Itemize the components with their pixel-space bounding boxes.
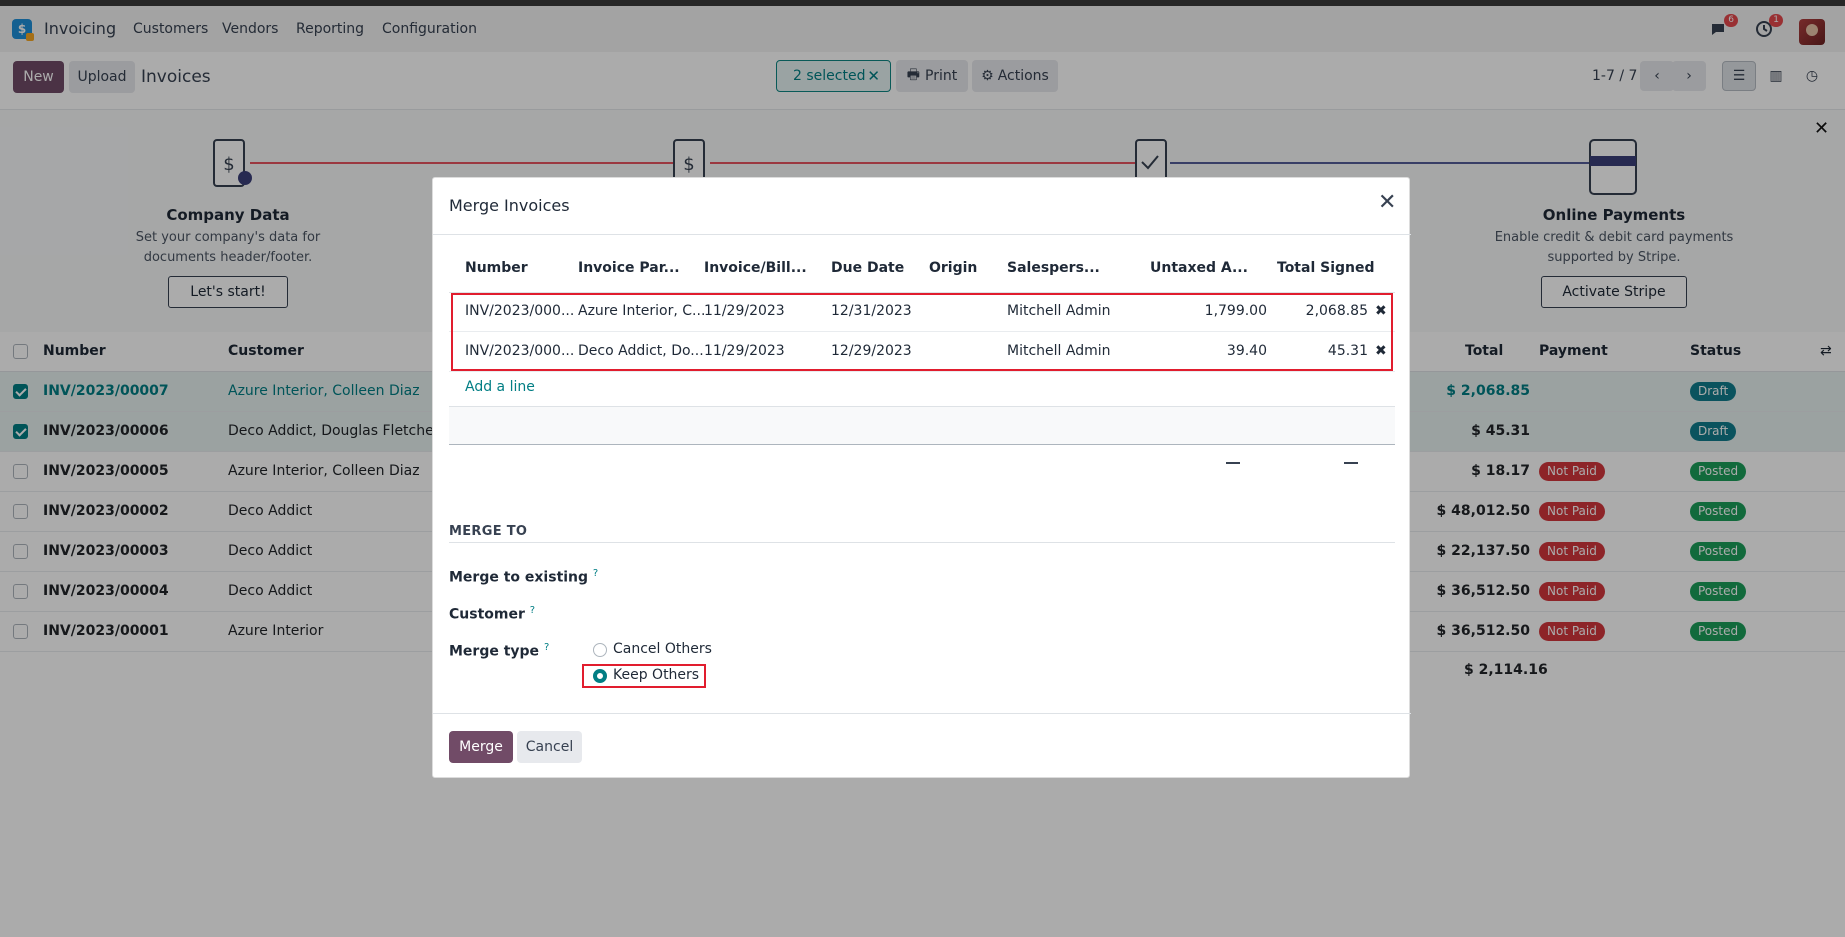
keep-others-highlight-box xyxy=(582,664,706,688)
untaxed-sum-dash xyxy=(1226,462,1240,464)
help-icon[interactable]: ? xyxy=(544,642,549,653)
dialog-header: Merge Invoices ✕ xyxy=(433,178,1411,235)
cancel-others-label[interactable]: Cancel Others xyxy=(613,641,712,657)
mcol-origin[interactable]: Origin xyxy=(929,260,977,276)
merge-to-section-title: MERGE TO xyxy=(449,524,528,539)
merge-type-label: Merge type ? xyxy=(449,642,550,660)
merge-button[interactable]: Merge xyxy=(449,731,513,763)
mcol-total-signed[interactable]: Total Signed xyxy=(1277,260,1375,276)
help-icon[interactable]: ? xyxy=(530,605,535,616)
mcol-untaxed[interactable]: Untaxed A... xyxy=(1150,260,1248,276)
section-divider xyxy=(449,542,1395,543)
merge-to-existing-label: Merge to existing ? xyxy=(449,568,599,586)
mcol-salesperson[interactable]: Salespers... xyxy=(1007,260,1100,276)
dialog-title: Merge Invoices xyxy=(449,196,570,215)
mcol-invoice-date[interactable]: Invoice/Bill... xyxy=(704,260,807,276)
mcol-number[interactable]: Number xyxy=(465,260,528,276)
dialog-footer-divider xyxy=(433,713,1411,714)
cancel-button[interactable]: Cancel xyxy=(517,731,582,763)
total-sum-dash xyxy=(1344,462,1358,464)
cancel-others-radio[interactable] xyxy=(593,643,607,657)
add-line-link[interactable]: Add a line xyxy=(465,379,535,395)
customer-label: Customer ? xyxy=(449,605,536,623)
help-icon[interactable]: ? xyxy=(593,568,598,579)
close-icon[interactable]: ✕ xyxy=(1378,192,1396,214)
table-footer-divider xyxy=(449,444,1395,445)
mcol-due-date[interactable]: Due Date xyxy=(831,260,904,276)
mcol-invoice-partner[interactable]: Invoice Par... xyxy=(578,260,680,276)
rows-highlight-box xyxy=(451,293,1393,371)
merge-invoices-dialog: Merge Invoices ✕ Number Invoice Par... I… xyxy=(432,177,1411,778)
table-empty-row xyxy=(449,407,1395,444)
